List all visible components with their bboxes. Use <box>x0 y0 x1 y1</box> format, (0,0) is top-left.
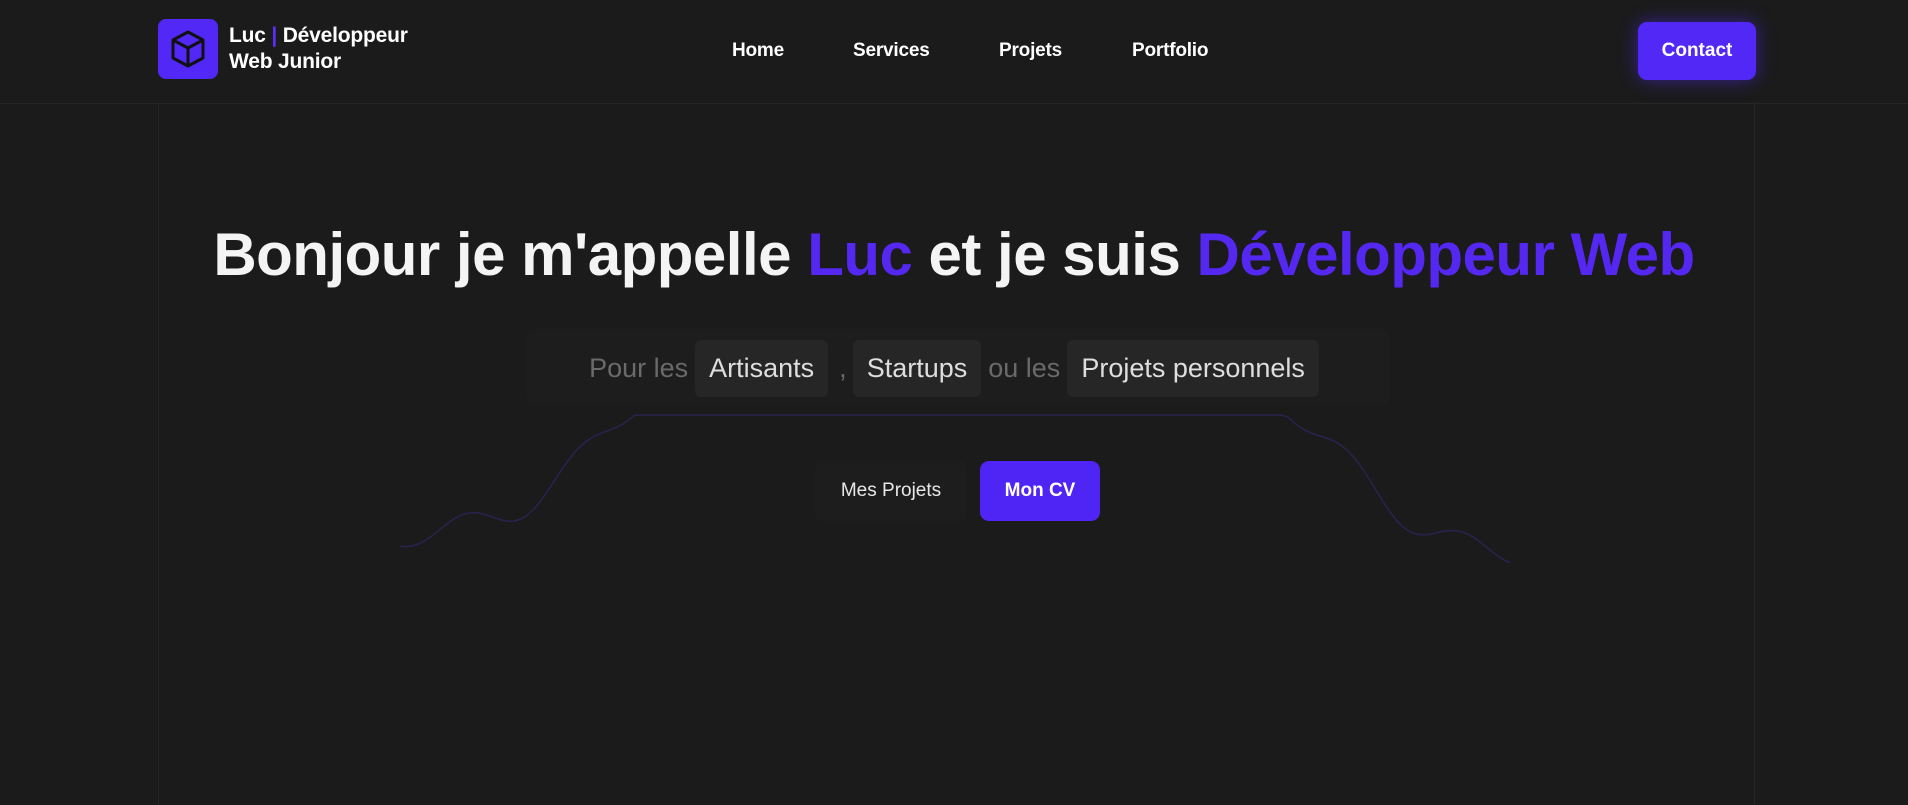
tagline-comma: , <box>839 353 847 383</box>
nav-home[interactable]: Home <box>732 40 784 62</box>
contact-button[interactable]: Contact <box>1638 22 1756 80</box>
frame-line-right <box>1754 104 1755 805</box>
nav-services[interactable]: Services <box>853 40 930 62</box>
tagline-chip-startups: Startups <box>852 340 982 397</box>
site-header: Luc | Développeur Web Junior Home Servic… <box>0 0 1908 104</box>
tagline-middle: ou les <box>988 353 1061 383</box>
title-intro: Bonjour je m'appelle <box>213 221 808 288</box>
tagline-chip-artisants: Artisants <box>695 340 829 397</box>
title-name: Luc <box>807 221 913 288</box>
my-projects-button[interactable]: Mes Projets <box>815 461 967 521</box>
nav-portfolio[interactable]: Portfolio <box>1132 40 1208 62</box>
my-cv-button[interactable]: Mon CV <box>980 461 1100 521</box>
tagline-prefix: Pour les <box>589 353 689 383</box>
hero-title: Bonjour je m'appelle Luc et je suis Déve… <box>0 218 1908 292</box>
title-middle: et je suis <box>912 221 1197 288</box>
title-role: Développeur Web <box>1196 221 1696 288</box>
tagline: Pour les Artisants , Startups ou les Pro… <box>0 340 1908 397</box>
main-nav: Home Services Projets Portfolio <box>0 40 1908 64</box>
tagline-chip-projets: Projets personnels <box>1067 340 1319 397</box>
page: Luc | Développeur Web Junior Home Servic… <box>0 0 1908 805</box>
nav-projets[interactable]: Projets <box>999 40 1062 62</box>
frame-line-left <box>158 104 159 805</box>
